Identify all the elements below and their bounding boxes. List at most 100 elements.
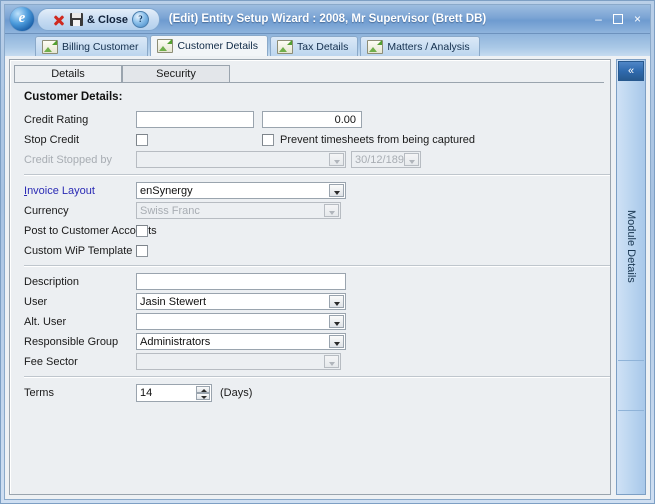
chevron-down-icon[interactable] bbox=[329, 315, 344, 328]
title-bar: e & Close ? (Edit) Entity Setup Wizard :… bbox=[5, 5, 650, 34]
chevron-down-icon[interactable] bbox=[324, 204, 339, 217]
window-controls: – × bbox=[593, 5, 643, 33]
terms-units-label: (Days) bbox=[220, 386, 253, 399]
stop-credit-checkbox[interactable] bbox=[136, 133, 148, 146]
responsible-group-combo[interactable]: Administrators bbox=[136, 333, 346, 350]
user-combo[interactable]: Jasin Stewert bbox=[136, 293, 346, 310]
currency-combo[interactable]: Swiss Franc bbox=[136, 202, 341, 219]
post-to-customer-accounts-checkbox[interactable] bbox=[136, 224, 148, 237]
row-stop-credit: Stop Credit Prevent timesheets from bein… bbox=[20, 130, 610, 149]
row-alt-user: Alt. User bbox=[20, 312, 610, 331]
page-card-icon bbox=[157, 39, 174, 53]
terms-increment-button[interactable] bbox=[196, 385, 210, 393]
tab-label: Tax Details bbox=[296, 40, 349, 53]
row-credit-rating: Credit Rating 0.00 bbox=[20, 110, 610, 129]
tab-tax-details[interactable]: Tax Details bbox=[269, 36, 359, 56]
custom-wip-template-checkbox[interactable] bbox=[136, 244, 148, 257]
subtab-security[interactable]: Security bbox=[122, 65, 230, 83]
page-card-icon bbox=[42, 39, 58, 54]
panel-segment-divider bbox=[618, 360, 644, 361]
top-tab-strip: Billing Customer Customer Details Tax De… bbox=[5, 34, 650, 57]
invoice-layout-value: enSynergy bbox=[140, 184, 193, 197]
module-details-label-wrap[interactable]: Module Details bbox=[617, 210, 645, 286]
tab-label: Customer Details bbox=[177, 40, 258, 52]
window-toolbar: & Close ? bbox=[37, 8, 160, 31]
row-credit-stopped-by: Credit Stopped by 30/12/1899 bbox=[20, 150, 610, 169]
help-icon[interactable]: ? bbox=[131, 11, 149, 28]
form-divider-1 bbox=[24, 174, 610, 176]
terms-spinner-buttons[interactable] bbox=[196, 385, 210, 400]
row-fee-sector: Fee Sector bbox=[20, 352, 610, 371]
subtab-details[interactable]: Details bbox=[14, 65, 122, 83]
panel-segment-divider bbox=[618, 410, 644, 411]
terms-stepper[interactable]: 14 bbox=[136, 383, 212, 402]
row-custom-wip-template: Custom WiP Template bbox=[20, 241, 610, 260]
terms-label: Terms bbox=[24, 386, 54, 399]
chevron-down-icon[interactable] bbox=[324, 355, 339, 368]
tab-label: Matters / Analysis bbox=[387, 40, 470, 53]
description-input[interactable] bbox=[136, 273, 346, 290]
custom-wip-template-label: Custom WiP Template bbox=[24, 244, 133, 257]
invoice-layout-label[interactable]: Invoice Layout bbox=[20, 185, 136, 197]
window-inner-frame: e & Close ? (Edit) Entity Setup Wizard :… bbox=[4, 4, 651, 500]
row-terms: Terms 14 (Days) bbox=[20, 383, 610, 402]
app-logo-icon: e bbox=[10, 7, 34, 31]
row-user: User Jasin Stewert bbox=[20, 292, 610, 311]
invoice-layout-combo[interactable]: enSynergy bbox=[136, 182, 346, 199]
cancel-x-icon[interactable] bbox=[52, 13, 66, 27]
terms-decrement-button[interactable] bbox=[196, 392, 210, 400]
save-disk-icon[interactable] bbox=[70, 13, 83, 26]
responsible-group-label: Responsible Group bbox=[24, 335, 119, 348]
details-page: Details Security Customer Details: Credi… bbox=[9, 59, 611, 495]
chevron-down-icon[interactable] bbox=[329, 184, 344, 197]
maximize-button[interactable] bbox=[613, 14, 623, 24]
alt-user-combo[interactable] bbox=[136, 313, 346, 330]
row-post-to-customer-accounts: Post to Customer Accounts bbox=[20, 221, 610, 240]
stop-credit-label: Stop Credit bbox=[24, 133, 80, 146]
chevron-down-icon[interactable] bbox=[404, 153, 419, 166]
row-description: Description bbox=[20, 272, 610, 291]
currency-value: Swiss Franc bbox=[140, 204, 200, 217]
user-value: Jasin Stewert bbox=[140, 295, 207, 308]
tab-billing-customer[interactable]: Billing Customer bbox=[35, 36, 149, 56]
save-and-close-button[interactable]: & Close bbox=[87, 14, 128, 26]
client-area: Details Security Customer Details: Credi… bbox=[5, 56, 650, 499]
post-to-customer-accounts-label: Post to Customer Accounts bbox=[24, 224, 157, 237]
module-details-label: Module Details bbox=[625, 210, 637, 283]
module-details-panel: « Module Details bbox=[616, 59, 646, 495]
page-card-icon bbox=[276, 39, 293, 54]
credit-stopped-by-label: Credit Stopped by bbox=[24, 153, 113, 166]
form-divider-3 bbox=[24, 376, 610, 378]
credit-rating-amount-input[interactable]: 0.00 bbox=[262, 111, 362, 128]
form-divider-2 bbox=[24, 265, 610, 267]
fee-sector-label: Fee Sector bbox=[24, 355, 78, 368]
customer-details-form: Customer Details: Credit Rating 0.00 Sto… bbox=[10, 83, 610, 402]
tab-matters-analysis[interactable]: Matters / Analysis bbox=[360, 36, 480, 56]
minimize-button[interactable]: – bbox=[593, 13, 604, 25]
chevron-down-icon[interactable] bbox=[329, 335, 344, 348]
credit-stopped-date-combo[interactable]: 30/12/1899 bbox=[351, 151, 421, 168]
collapse-panel-button[interactable]: « bbox=[618, 61, 644, 81]
credit-rating-label: Credit Rating bbox=[24, 113, 89, 126]
tab-customer-details[interactable]: Customer Details bbox=[150, 35, 268, 56]
credit-rating-input[interactable] bbox=[136, 111, 254, 128]
subtab-divider bbox=[14, 82, 604, 83]
section-title: Customer Details: bbox=[24, 91, 123, 103]
currency-label: Currency bbox=[24, 204, 69, 217]
credit-stopped-by-combo[interactable] bbox=[136, 151, 346, 168]
description-label: Description bbox=[24, 275, 80, 288]
tab-label: Billing Customer bbox=[62, 40, 139, 53]
row-currency: Currency Swiss Franc bbox=[20, 201, 610, 220]
application-window: e & Close ? (Edit) Entity Setup Wizard :… bbox=[0, 0, 655, 504]
row-invoice-layout: Invoice Layout enSynergy bbox=[20, 181, 610, 200]
terms-value: 14 bbox=[140, 386, 153, 399]
fee-sector-combo[interactable] bbox=[136, 353, 341, 370]
credit-stopped-date-value: 30/12/1899 bbox=[355, 153, 411, 166]
prevent-timesheets-label: Prevent timesheets from being captured bbox=[280, 133, 476, 146]
page-card-icon bbox=[367, 39, 384, 54]
prevent-timesheets-checkbox[interactable] bbox=[262, 133, 274, 146]
close-button[interactable]: × bbox=[632, 13, 643, 25]
chevron-down-icon[interactable] bbox=[329, 153, 344, 166]
invoice-layout-label-rest: nvoice Layout bbox=[27, 184, 95, 197]
chevron-down-icon[interactable] bbox=[329, 295, 344, 308]
